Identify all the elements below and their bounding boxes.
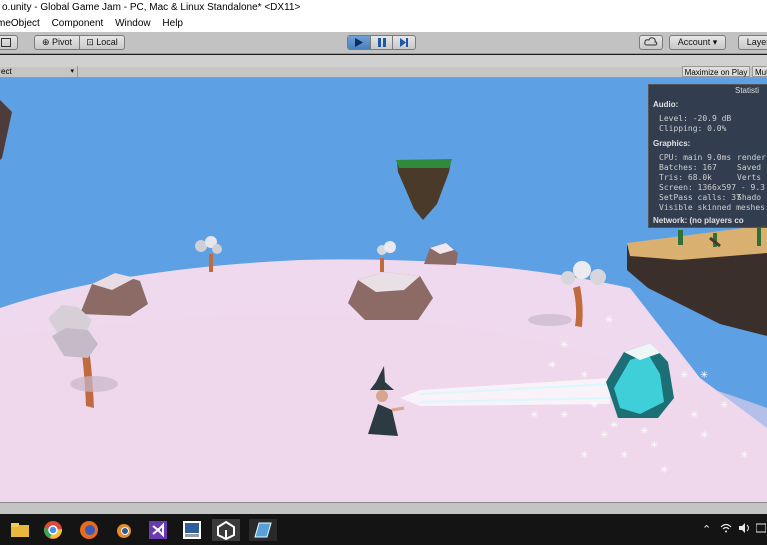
toolbar: ⊕ Pivot ⊡ Local Account ▾ Layer [0, 32, 767, 54]
svg-text:✳: ✳ [580, 370, 588, 381]
svg-text:✳: ✳ [660, 465, 668, 476]
volume-icon[interactable] [738, 523, 750, 536]
svg-text:✳: ✳ [530, 410, 538, 421]
audio-clipping: Clipping: 0.0% [659, 124, 727, 133]
menu-gameobject[interactable]: meObject [0, 16, 40, 32]
file-explorer-icon[interactable] [9, 519, 31, 541]
statistics-panel: Statisti Audio: Level: -20.9 dB Clipping… [648, 84, 767, 228]
pause-button[interactable] [371, 36, 394, 49]
graphics-header: Graphics: [653, 139, 691, 148]
cloud-button[interactable] [639, 35, 663, 50]
local-label: Local [96, 37, 118, 47]
setpass-stat: SetPass calls: 37 [659, 193, 741, 202]
chevron-up-icon[interactable]: ⌃ [702, 523, 711, 536]
svg-text:✳: ✳ [690, 410, 698, 421]
unity-icon[interactable] [212, 519, 240, 541]
play-icon [354, 38, 363, 47]
tris-stat: Tris: 68.0k [659, 173, 712, 182]
notification-icon[interactable] [755, 523, 767, 536]
svg-text:✳: ✳ [580, 450, 588, 461]
visual-studio-icon[interactable] [147, 519, 169, 541]
batches-stat: Batches: 167 [659, 163, 717, 172]
layers-dropdown[interactable]: Layer [738, 35, 767, 50]
account-label: Account [677, 37, 711, 47]
svg-text:✳: ✳ [605, 315, 613, 326]
dropdown-arrow-icon: ▾ [70, 68, 74, 75]
hand-tool-icon [1, 38, 11, 47]
verts-stat: Verts [737, 173, 762, 182]
cloud-icon [644, 37, 658, 46]
svg-text:✳: ✳ [610, 420, 618, 431]
svg-text:✳: ✳ [700, 430, 708, 441]
audio-level: Level: -20.9 dB [659, 114, 732, 123]
pause-icon [377, 38, 386, 47]
photo-editor-icon[interactable] [181, 519, 203, 541]
svg-text:✳: ✳ [700, 370, 708, 381]
pivot-toggle-group: ⊕ Pivot ⊡ Local [34, 35, 125, 50]
play-controls [347, 35, 416, 50]
aspect-label: ect [1, 67, 12, 76]
window-title: o.unity - Global Game Jam - PC, Mac & Li… [0, 0, 767, 16]
svg-text:✳: ✳ [640, 426, 648, 437]
step-button[interactable] [393, 36, 415, 49]
screen-stat: Screen: 1366x597 - 9.3 MB [659, 183, 767, 192]
account-dropdown[interactable]: Account ▾ [669, 35, 726, 50]
maximize-on-play-toggle[interactable]: Maximize on Play [682, 66, 750, 77]
svg-text:✳: ✳ [720, 400, 728, 411]
hand-tool-button[interactable] [0, 35, 18, 50]
menu-bar: meObject Component Window Help [0, 16, 767, 32]
statistics-title: Statisti [735, 86, 760, 95]
menu-component[interactable]: Component [52, 16, 104, 32]
svg-text:✳: ✳ [548, 360, 556, 371]
local-button[interactable]: ⊡ Local [80, 36, 124, 49]
firefox-icon[interactable] [78, 519, 100, 541]
editor-bottom-bar [0, 502, 767, 514]
pivot-label: Pivot [52, 37, 73, 47]
app-icon[interactable] [249, 519, 277, 541]
windows-taskbar: ⌃ [0, 514, 767, 545]
saved-stat: Saved [737, 163, 762, 172]
cpu-render-stat: render [737, 153, 766, 162]
svg-text:✳: ✳ [600, 430, 608, 441]
skinned-meshes-stat: Visible skinned meshes: 1 [659, 203, 767, 212]
svg-text:✳: ✳ [560, 340, 568, 351]
cpu-stat: CPU: main 9.0ms [659, 153, 732, 162]
menu-help[interactable]: Help [162, 16, 183, 32]
wifi-icon[interactable] [720, 523, 732, 536]
chrome-icon[interactable] [42, 519, 64, 541]
svg-text:✳: ✳ [560, 410, 568, 421]
game-view-toolbar [0, 67, 767, 78]
svg-text:✳: ✳ [620, 450, 628, 461]
svg-text:✳: ✳ [650, 440, 658, 451]
play-button[interactable] [348, 36, 371, 49]
blender-icon[interactable] [112, 519, 134, 541]
step-icon [400, 38, 409, 47]
network-stat: Network: (no players co [653, 216, 744, 225]
layers-label: Layer [746, 37, 767, 47]
game-tab-bar [0, 55, 767, 67]
svg-text:✳: ✳ [740, 450, 748, 461]
menu-window[interactable]: Window [115, 16, 151, 32]
svg-text:✳: ✳ [590, 400, 598, 411]
rock-center [348, 272, 433, 320]
dropdown-arrow-icon: ▾ [712, 37, 718, 47]
shadow-stat: Shado [737, 193, 762, 202]
mute-audio-toggle[interactable]: Mut [752, 66, 767, 77]
audio-header: Audio: [653, 100, 679, 109]
aspect-dropdown[interactable]: ect ▾ [0, 66, 78, 77]
svg-text:✳: ✳ [680, 370, 688, 381]
pivot-button[interactable]: ⊕ Pivot [35, 36, 80, 49]
